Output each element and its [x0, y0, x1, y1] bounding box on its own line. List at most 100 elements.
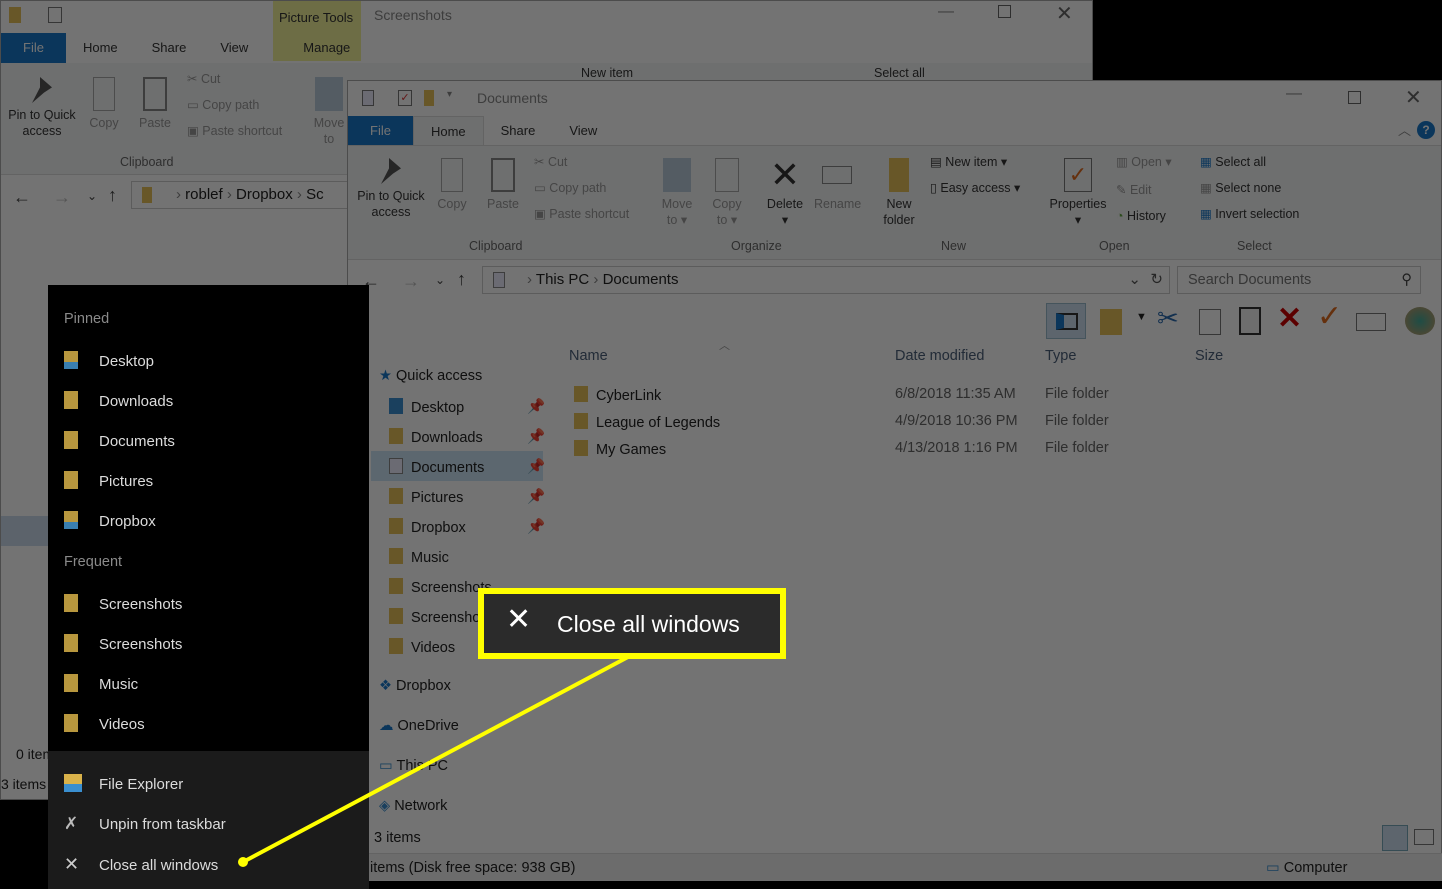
nav-quick-access[interactable]: ★ Quick access: [379, 368, 482, 384]
tab-manage[interactable]: Manage: [265, 33, 367, 63]
file-row[interactable]: League of Legends 4/9/2018 10:36 PM File…: [544, 413, 1434, 439]
move-to-button[interactable]: Move to ▾: [659, 158, 695, 228]
quick-access-toolbar-dropdown[interactable]: ▾: [447, 89, 452, 100]
nav-desktop[interactable]: Desktop 📌: [389, 398, 545, 416]
copy-path-button[interactable]: ▭ Copy path: [187, 97, 259, 112]
paste-button[interactable]: Paste: [484, 158, 522, 212]
address-dropdown[interactable]: ⌄: [1128, 267, 1141, 293]
select-all-button[interactable]: ▦ Select all: [1200, 154, 1266, 169]
breadcrumb-screenshots[interactable]: Sc: [306, 186, 324, 203]
preview-pane-button[interactable]: [1046, 303, 1086, 339]
globe-icon[interactable]: [1405, 307, 1435, 335]
jump-item-videos[interactable]: Videos: [64, 714, 145, 733]
folder-options-icon[interactable]: [1100, 309, 1122, 335]
copy-path-button[interactable]: ▭ Copy path: [534, 180, 606, 195]
select-none-button[interactable]: ▦ Select none: [1200, 180, 1281, 195]
new-item-button[interactable]: ▤ New item ▾: [930, 154, 1007, 169]
large-icons-view-button[interactable]: [1414, 829, 1434, 845]
pin-quick-access-button[interactable]: Pin to Quick access: [354, 158, 428, 220]
tab-share[interactable]: Share: [135, 33, 204, 63]
close-button[interactable]: ✕: [1405, 85, 1422, 110]
copy-button[interactable]: Copy: [434, 158, 470, 212]
jump-item-screenshots[interactable]: Screenshots: [64, 594, 182, 613]
file-row[interactable]: CyberLink 6/8/2018 11:35 AM File folder: [544, 386, 1434, 412]
forward-button[interactable]: →: [53, 187, 71, 208]
forward-button[interactable]: →: [402, 271, 420, 292]
cut-button[interactable]: ✂ Cut: [187, 71, 220, 86]
history-button[interactable]: ◔ History: [1116, 209, 1166, 223]
rename-button[interactable]: Rename: [814, 158, 861, 212]
checkmark-icon[interactable]: ✓: [1317, 299, 1342, 334]
recent-locations-button[interactable]: ⌄: [435, 273, 445, 287]
column-name[interactable]: Name: [569, 348, 608, 364]
help-icon[interactable]: ?: [1417, 121, 1435, 139]
minimize-button[interactable]: —: [1286, 85, 1302, 103]
properties-button[interactable]: ✓ Properties ▾: [1046, 158, 1110, 228]
pin-quick-access-button[interactable]: Pin to Quick access: [5, 77, 79, 139]
paste-shortcut-button[interactable]: ▣ Paste shortcut: [187, 123, 282, 138]
jump-item-dropbox[interactable]: Dropbox: [64, 511, 156, 530]
nav-videos[interactable]: Videos: [389, 638, 455, 656]
nav-dropbox[interactable]: ❖ Dropbox: [379, 678, 451, 694]
tab-file[interactable]: File: [348, 116, 413, 145]
jump-item-music[interactable]: Music: [64, 674, 138, 693]
new-folder-button[interactable]: New folder: [878, 158, 920, 228]
column-size[interactable]: Size: [1195, 348, 1223, 364]
jump-item-pictures[interactable]: Pictures: [64, 471, 153, 490]
column-type[interactable]: Type: [1045, 348, 1076, 364]
maximize-button[interactable]: [1348, 91, 1361, 104]
clipboard-icon[interactable]: [1239, 307, 1261, 335]
copy-to-button[interactable]: Copy to ▾: [709, 158, 745, 228]
breadcrumb-this-pc[interactable]: This PC: [536, 271, 589, 288]
cut-button[interactable]: ✂ Cut: [534, 154, 567, 169]
jump-item-documents[interactable]: Documents: [64, 431, 175, 450]
jump-item-screenshots-2[interactable]: Screenshots: [64, 634, 182, 653]
tab-home[interactable]: Home: [412, 116, 484, 145]
up-button[interactable]: ↑: [457, 269, 466, 290]
select-all-button[interactable]: Select all: [874, 66, 925, 80]
nav-music[interactable]: Music: [389, 548, 449, 566]
nav-network[interactable]: ◈ Network: [379, 798, 447, 814]
file-explorer-action[interactable]: File Explorer: [64, 774, 183, 793]
delete-x-icon[interactable]: ✕: [1277, 301, 1302, 336]
nav-screenshots[interactable]: Screenshots: [389, 578, 492, 596]
paste-button[interactable]: Paste: [136, 77, 174, 131]
paste-shortcut-button[interactable]: ▣ Paste shortcut: [534, 206, 629, 221]
up-button[interactable]: ↑: [108, 185, 117, 206]
delete-button[interactable]: ✕ Delete ▾: [764, 157, 806, 228]
properties-card-icon[interactable]: [1356, 313, 1386, 331]
recent-locations-button[interactable]: ⌄: [87, 189, 97, 203]
invert-selection-button[interactable]: ▦ Invert selection: [1200, 206, 1299, 221]
open-button[interactable]: ▥ Open ▾: [1116, 154, 1172, 169]
nav-onedrive[interactable]: ☁ OneDrive: [379, 718, 459, 734]
new-item-button[interactable]: New item: [581, 66, 633, 80]
move-to-button[interactable]: Move to: [311, 77, 347, 147]
minimize-button[interactable]: —: [938, 3, 954, 21]
unpin-from-taskbar-action[interactable]: ✗ Unpin from taskbar: [64, 814, 226, 834]
edit-button[interactable]: ✎ Edit: [1116, 182, 1152, 197]
copy-button[interactable]: Copy: [86, 77, 122, 131]
tab-view[interactable]: View: [203, 33, 265, 63]
nav-screenshots-2[interactable]: Screensho: [389, 608, 480, 626]
maximize-button[interactable]: [998, 5, 1011, 18]
nav-downloads[interactable]: Downloads 📌: [389, 428, 545, 446]
tab-share[interactable]: Share: [484, 116, 553, 145]
search-input[interactable]: Search Documents ⚲: [1177, 266, 1421, 294]
copy-icon[interactable]: [1199, 309, 1221, 335]
folder-options-dropdown[interactable]: ▼: [1136, 311, 1147, 323]
easy-access-button[interactable]: ▯ Easy access ▾: [930, 180, 1020, 195]
breadcrumb-documents[interactable]: Documents: [603, 271, 679, 288]
column-date-modified[interactable]: Date modified: [895, 348, 984, 364]
collapse-ribbon-button[interactable]: ︿: [1398, 120, 1411, 139]
tab-home[interactable]: Home: [66, 33, 135, 63]
jump-item-downloads[interactable]: Downloads: [64, 391, 173, 410]
back-button[interactable]: ←: [13, 187, 31, 208]
jump-item-desktop[interactable]: Desktop: [64, 351, 154, 370]
address-bar[interactable]: › This PC › Documents ⌄ ↻: [482, 266, 1170, 294]
nav-pictures[interactable]: Pictures 📌: [389, 488, 545, 506]
nav-dropbox-pinned[interactable]: Dropbox 📌: [389, 518, 545, 536]
file-row[interactable]: My Games 4/13/2018 1:16 PM File folder: [544, 440, 1434, 466]
nav-documents[interactable]: Documents 📌: [389, 458, 545, 476]
close-all-windows-action[interactable]: ✕ Close all windows: [64, 854, 218, 875]
refresh-button[interactable]: ↻: [1150, 267, 1163, 293]
